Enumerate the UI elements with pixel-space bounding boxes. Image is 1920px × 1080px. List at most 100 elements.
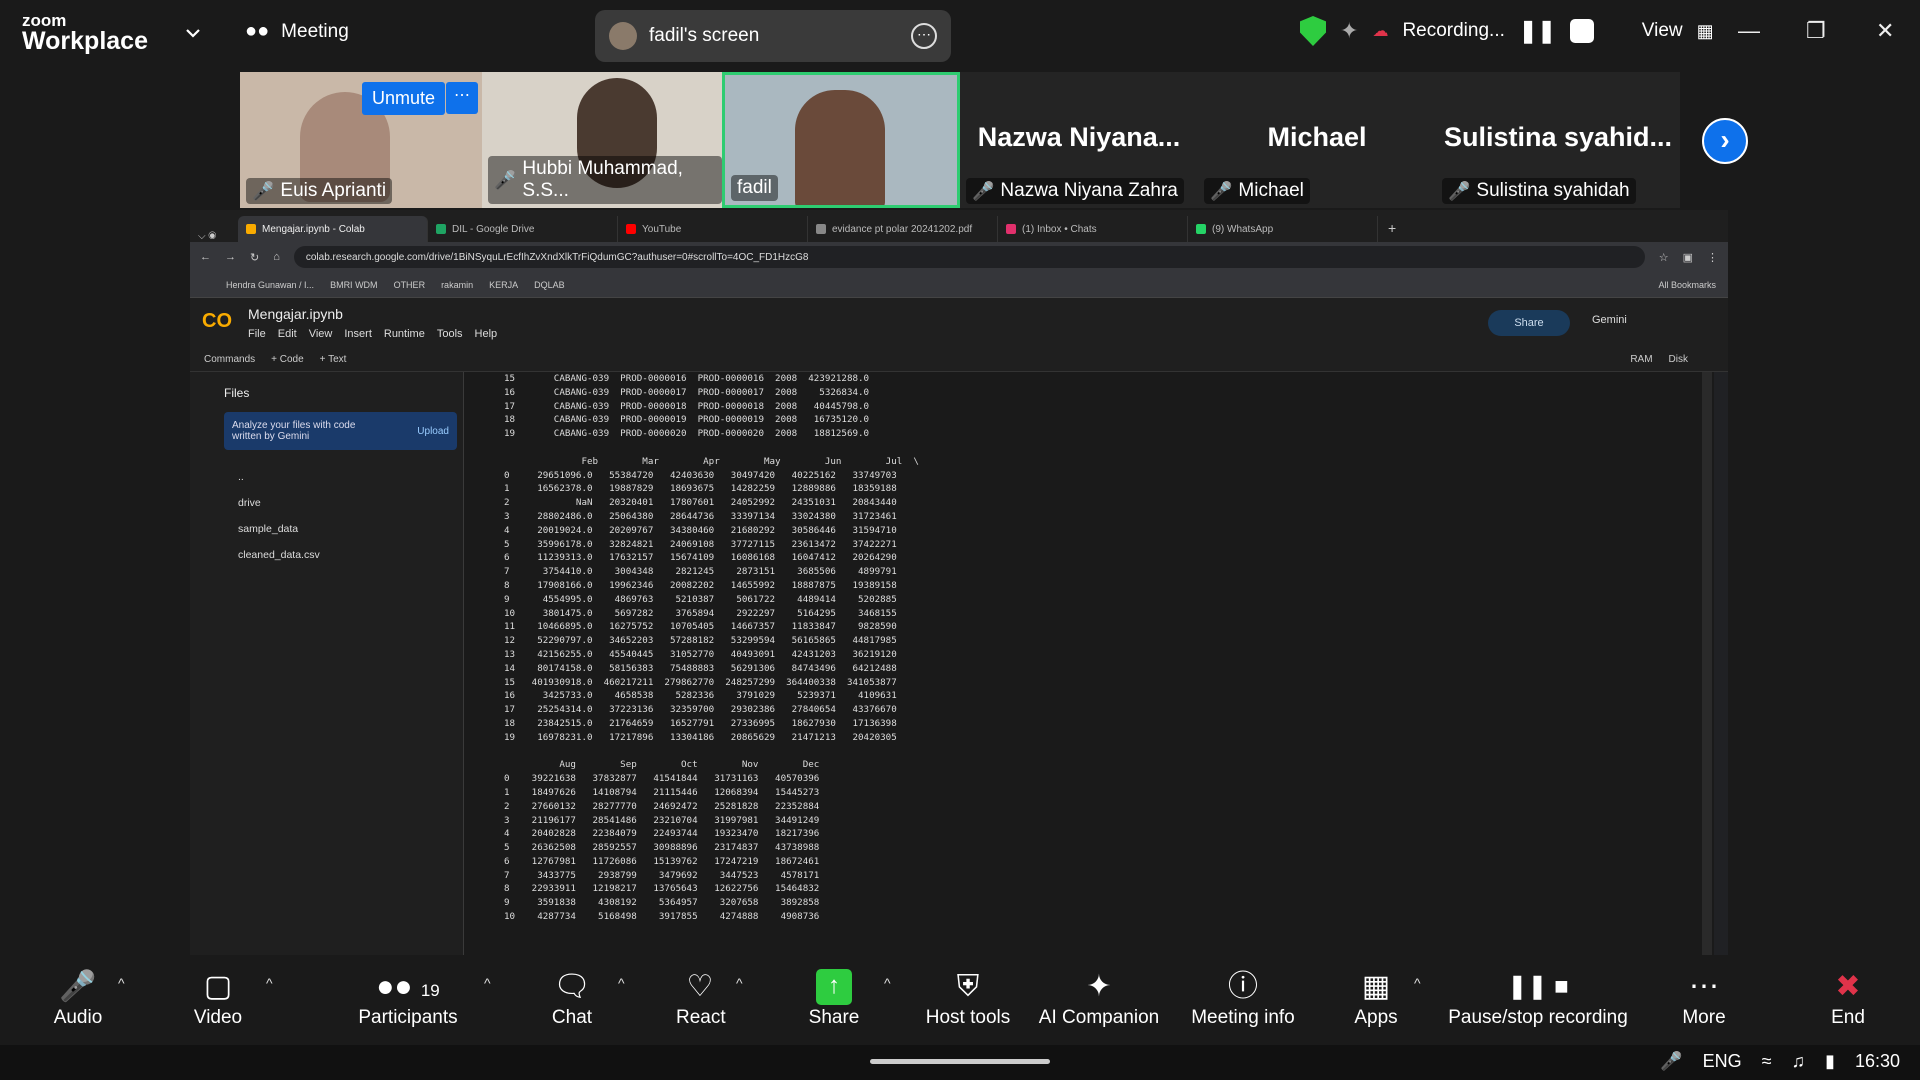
pause-recording-icon[interactable]: ❚❚: [1519, 18, 1556, 44]
caret-up-icon[interactable]: ^: [266, 975, 273, 991]
battery-icon[interactable]: ▮: [1825, 1051, 1835, 1072]
security-shield-icon[interactable]: [1300, 16, 1326, 46]
caret-up-icon[interactable]: ^: [736, 975, 743, 991]
meeting-menu[interactable]: ●● Meeting: [245, 20, 349, 43]
chat-button[interactable]: 🗨 Chat: [550, 967, 594, 1029]
add-text-button[interactable]: + Text: [320, 354, 347, 365]
sparkle-icon[interactable]: ✦: [1340, 18, 1358, 44]
restore-icon[interactable]: ❐: [1806, 18, 1826, 44]
unmute-button[interactable]: Unmute: [362, 82, 446, 115]
tree-item[interactable]: ..: [238, 464, 463, 490]
bookmark-item[interactable]: Hendra Gunawan / I...: [226, 280, 314, 290]
url-input[interactable]: colab.research.google.com/drive/1BiNSyqu…: [293, 246, 1645, 268]
browser-tab[interactable]: (1) Inbox • Chats: [998, 216, 1188, 242]
share-screen-button[interactable]: ↑ Share: [808, 967, 860, 1029]
microphone-icon[interactable]: 🎤: [1660, 1051, 1682, 1072]
star-icon[interactable]: ☆: [1659, 251, 1669, 264]
participant-tile[interactable]: 🎤 Hubbi Muhammad, S.S...: [482, 72, 722, 208]
volume-icon[interactable]: ♫: [1792, 1051, 1806, 1072]
participant-display-name: Sulistina syahid...: [1443, 122, 1673, 152]
menu-item[interactable]: View: [309, 328, 333, 340]
extensions-icon[interactable]: ▣: [1683, 251, 1693, 264]
heart-icon: ♡: [686, 970, 714, 1003]
more-button[interactable]: ⋯ More: [1676, 967, 1732, 1029]
more-icon[interactable]: ⋯: [446, 82, 478, 114]
language-label[interactable]: ENG: [1703, 1051, 1742, 1072]
grid-view-icon[interactable]: ▦: [1697, 21, 1714, 42]
all-bookmarks[interactable]: All Bookmarks: [1658, 280, 1716, 290]
home-indicator[interactable]: [870, 1059, 1050, 1064]
screen-label: fadil's screen: [649, 25, 760, 46]
ram-label[interactable]: RAM: [1630, 354, 1652, 365]
bookmark-item[interactable]: DQLAB: [534, 280, 565, 290]
minimize-icon[interactable]: —: [1738, 18, 1760, 44]
tree-item[interactable]: drive: [238, 490, 463, 516]
colab-toolbar: Commands + Code + Text RAM Disk: [190, 348, 1728, 372]
apps-button[interactable]: ▦ Apps: [1352, 967, 1400, 1029]
shared-screen-pill[interactable]: fadil's screen ⋯: [595, 10, 951, 62]
browser-tab[interactable]: DIL - Google Drive: [428, 216, 618, 242]
react-button[interactable]: ♡ React: [676, 967, 726, 1029]
gemini-analyze-box[interactable]: Analyze your files with code written by …: [224, 412, 457, 450]
tree-item[interactable]: cleaned_data.csv: [238, 542, 463, 568]
host-tools-button[interactable]: ⛨ Host tools: [924, 967, 1012, 1029]
tab-favicon: [436, 224, 446, 234]
end-button[interactable]: ✖ End: [1826, 967, 1870, 1029]
add-code-button[interactable]: + Code: [271, 354, 304, 365]
tab-search-icon[interactable]: ⌵ ◉: [198, 231, 238, 242]
bookmark-item[interactable]: BMRI WDM: [330, 280, 378, 290]
home-icon[interactable]: ⌂: [273, 251, 280, 263]
participant-tile[interactable]: Michael 🎤 Michael: [1198, 72, 1436, 208]
wifi-icon[interactable]: ≈: [1762, 1051, 1772, 1072]
menu-item[interactable]: Edit: [278, 328, 297, 340]
menu-icon[interactable]: ⋮: [1707, 251, 1718, 264]
bookmark-item[interactable]: rakamin: [441, 280, 473, 290]
menu-item[interactable]: File: [248, 328, 266, 340]
disk-label[interactable]: Disk: [1669, 354, 1688, 365]
video-button[interactable]: ▢ Video: [190, 967, 246, 1029]
participant-tile[interactable]: Nazwa Niyana... 🎤 Nazwa Niyana Zahra: [960, 72, 1198, 208]
new-tab-icon[interactable]: +: [1378, 220, 1406, 242]
caret-up-icon[interactable]: ^: [118, 975, 125, 991]
end-label: End: [1831, 1007, 1865, 1028]
caret-up-icon[interactable]: ^: [1414, 975, 1421, 991]
participant-gallery: 🎤 Euis Aprianti Unmute ⋯ 🎤 Hubbi Muhammad,…: [0, 70, 1920, 210]
forward-icon[interactable]: →: [225, 251, 236, 263]
browser-tab[interactable]: evidance pt polar 20241202.pdf: [808, 216, 998, 242]
caret-up-icon[interactable]: ^: [618, 975, 625, 991]
menu-item[interactable]: Help: [475, 328, 498, 340]
meeting-info-button[interactable]: ⓘ Meeting info: [1188, 967, 1298, 1029]
scrollbar[interactable]: [1702, 372, 1712, 955]
bookmark-item[interactable]: KERJA: [489, 280, 518, 290]
upload-button[interactable]: Upload: [417, 426, 449, 437]
back-icon[interactable]: ←: [200, 251, 211, 263]
chevron-down-icon[interactable]: [182, 22, 204, 44]
share-button[interactable]: Share: [1488, 310, 1570, 336]
caret-up-icon[interactable]: ^: [484, 975, 491, 991]
audio-button[interactable]: 🎤 Audio: [50, 967, 106, 1029]
tree-item[interactable]: sample_data: [238, 516, 463, 542]
commands-button[interactable]: Commands: [204, 354, 255, 365]
close-icon[interactable]: ✕: [1876, 18, 1894, 44]
menu-item[interactable]: Insert: [344, 328, 372, 340]
caret-up-icon[interactable]: ^: [884, 975, 891, 991]
gemini-button[interactable]: Gemini: [1592, 314, 1627, 326]
pause-recording-button[interactable]: ❚❚ ■ Pause/stop recording: [1448, 967, 1628, 1029]
participants-button[interactable]: ●● 19 Participants: [358, 967, 458, 1029]
menu-item[interactable]: Tools: [437, 328, 463, 340]
view-label[interactable]: View: [1642, 20, 1683, 42]
participant-tile-active[interactable]: fadil: [722, 72, 960, 208]
notebook-title[interactable]: Mengajar.ipynb: [248, 306, 343, 322]
bookmark-item[interactable]: OTHER: [394, 280, 426, 290]
stop-recording-icon[interactable]: [1569, 19, 1594, 43]
browser-tab[interactable]: (9) WhatsApp: [1188, 216, 1378, 242]
reload-icon[interactable]: ↻: [250, 251, 259, 264]
ai-companion-button[interactable]: ✦ AI Companion: [1038, 967, 1160, 1029]
participant-tile[interactable]: Sulistina syahid... 🎤 Sulistina syahidah: [1436, 72, 1680, 208]
menu-item[interactable]: Runtime: [384, 328, 425, 340]
more-options-icon[interactable]: ⋯: [911, 23, 937, 49]
browser-tab[interactable]: YouTube: [618, 216, 808, 242]
next-page-arrow-icon[interactable]: ›: [1702, 118, 1748, 164]
clock[interactable]: 16:30: [1855, 1051, 1900, 1072]
browser-tab[interactable]: Mengajar.ipynb - Colab: [238, 216, 428, 242]
